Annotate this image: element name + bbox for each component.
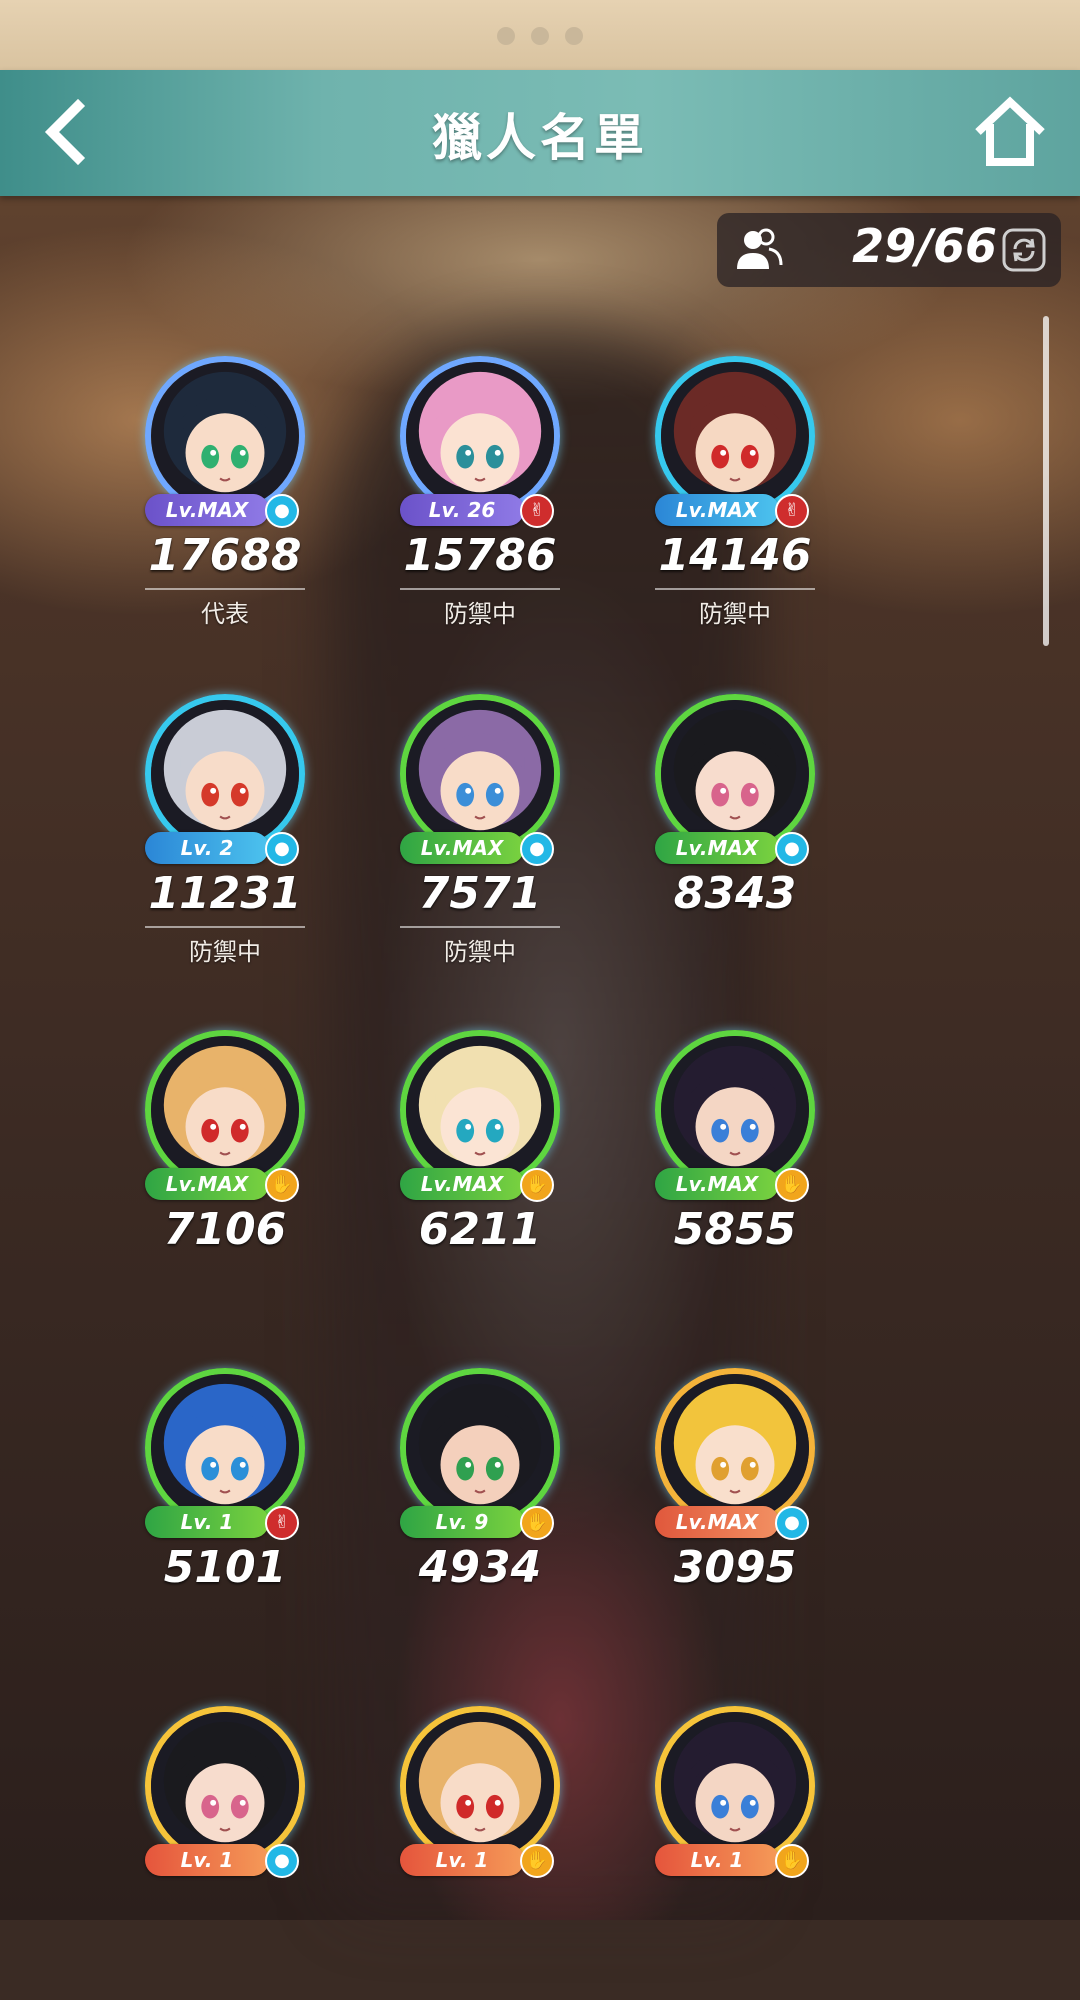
hunter-card[interactable]: Lv.MAX ✋ 7106 — [115, 994, 335, 1324]
hunter-avatar — [655, 1706, 815, 1866]
header-bar: 獵人名單 — [0, 70, 1080, 196]
scissors-icon: ✌ — [775, 494, 809, 528]
hunter-card[interactable]: Lv.MAX ● 17688 代表 — [115, 320, 335, 650]
rock-icon: ● — [520, 832, 554, 866]
level-badge: Lv.MAX — [145, 494, 269, 526]
level-badge: Lv. 26 — [400, 494, 524, 526]
combat-power: 7571 — [418, 868, 542, 919]
hunter-avatar — [145, 1030, 305, 1190]
combat-power: 17688 — [148, 530, 302, 581]
hunter-card[interactable]: Lv. 1 ✋ — [625, 1670, 845, 2000]
level-badge: Lv. 9 — [400, 1506, 524, 1538]
level-badge: Lv.MAX — [655, 1506, 779, 1538]
hunter-card[interactable]: Lv.MAX ● 8343 — [625, 658, 845, 988]
users-icon — [731, 223, 785, 277]
status-label: 防禦中 — [189, 938, 261, 966]
hunter-count: 29/66 — [852, 219, 997, 273]
hunter-avatar — [145, 1368, 305, 1528]
paper-icon: ✋ — [520, 1168, 554, 1202]
level-badge: Lv.MAX — [655, 494, 779, 526]
hunter-card[interactable]: Lv.MAX ✋ 6211 — [370, 994, 590, 1324]
scrollbar[interactable] — [1043, 316, 1049, 646]
hunter-card[interactable]: Lv. 1 ✌ 5101 — [115, 1332, 335, 1662]
page-title: 獵人名單 — [432, 109, 648, 167]
level-badge: Lv.MAX — [655, 832, 779, 864]
hunter-avatar — [145, 1706, 305, 1866]
home-icon[interactable] — [970, 92, 1050, 172]
level-badge: Lv.MAX — [655, 1168, 779, 1200]
combat-power: 5101 — [163, 1542, 287, 1593]
top-notch — [0, 0, 1080, 70]
level-badge: Lv.MAX — [400, 1168, 524, 1200]
hunter-avatar — [655, 356, 815, 516]
level-badge: Lv. 1 — [655, 1844, 779, 1876]
paper-icon: ✋ — [520, 1844, 554, 1878]
hunter-avatar — [400, 1706, 560, 1866]
hunter-avatar — [655, 1368, 815, 1528]
status-divider — [400, 588, 560, 590]
combat-power: 7106 — [163, 1204, 287, 1255]
combat-power: 15786 — [403, 530, 557, 581]
status-label: 防禦中 — [444, 600, 516, 628]
hunter-card[interactable]: Lv. 1 ● — [115, 1670, 335, 2000]
status-divider — [145, 926, 305, 928]
level-badge: Lv. 2 — [145, 832, 269, 864]
combat-power: 3095 — [673, 1542, 797, 1593]
hunter-card[interactable]: Lv. 26 ✌ 15786 防禦中 — [370, 320, 590, 650]
hunter-avatar — [400, 1030, 560, 1190]
scissors-icon: ✌ — [520, 494, 554, 528]
hunter-card[interactable]: Lv. 9 ✋ 4934 — [370, 1332, 590, 1662]
status-label: 代表 — [201, 600, 249, 628]
combat-power: 11231 — [148, 868, 302, 919]
hunter-card[interactable]: Lv.MAX ● 3095 — [625, 1332, 845, 1662]
hunter-count-panel: 29/66 — [717, 213, 1061, 287]
rock-icon: ● — [775, 832, 809, 866]
hunter-card[interactable]: Lv. 1 ✋ — [370, 1670, 590, 2000]
hunter-avatar — [145, 694, 305, 854]
status-label: 防禦中 — [699, 600, 771, 628]
combat-power: 8343 — [673, 868, 797, 919]
combat-power: 6211 — [418, 1204, 542, 1255]
hunter-avatar — [400, 356, 560, 516]
paper-icon: ✋ — [775, 1168, 809, 1202]
scissors-icon: ✌ — [265, 1506, 299, 1540]
hunter-avatar — [400, 694, 560, 854]
rock-icon: ● — [265, 832, 299, 866]
level-badge: Lv. 1 — [145, 1506, 269, 1538]
refresh-icon[interactable] — [1001, 227, 1047, 273]
status-divider — [145, 588, 305, 590]
paper-icon: ✋ — [265, 1168, 299, 1202]
level-badge: Lv. 1 — [400, 1844, 524, 1876]
hunter-avatar — [655, 694, 815, 854]
hunter-avatar — [145, 356, 305, 516]
status-divider — [400, 926, 560, 928]
rock-icon: ● — [775, 1506, 809, 1540]
hunter-avatar — [655, 1030, 815, 1190]
combat-power: 4934 — [418, 1542, 542, 1593]
hunter-card[interactable]: Lv. 2 ● 11231 防禦中 — [115, 658, 335, 988]
hunter-card[interactable]: Lv.MAX ● 7571 防禦中 — [370, 658, 590, 988]
combat-power: 14146 — [658, 530, 812, 581]
level-badge: Lv.MAX — [400, 832, 524, 864]
level-badge: Lv. 1 — [145, 1844, 269, 1876]
hunter-avatar — [400, 1368, 560, 1528]
status-label: 防禦中 — [444, 938, 516, 966]
paper-icon: ✋ — [775, 1844, 809, 1878]
level-badge: Lv.MAX — [145, 1168, 269, 1200]
paper-icon: ✋ — [520, 1506, 554, 1540]
page-dots — [0, 27, 1080, 49]
hunter-card[interactable]: Lv.MAX ✌ 14146 防禦中 — [625, 320, 845, 650]
rock-icon: ● — [265, 1844, 299, 1878]
status-divider — [655, 588, 815, 590]
combat-power: 5855 — [673, 1204, 797, 1255]
hunter-card[interactable]: Lv.MAX ✋ 5855 — [625, 994, 845, 1324]
rock-icon: ● — [265, 494, 299, 528]
